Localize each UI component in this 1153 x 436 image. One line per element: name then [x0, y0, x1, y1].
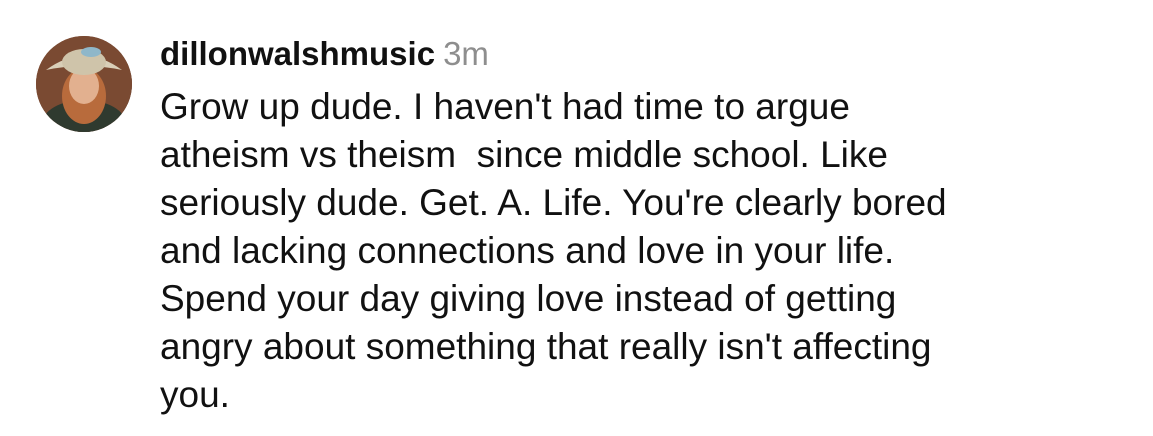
comment-timestamp: 3m	[443, 35, 489, 72]
comment-header: dillonwalshmusic 3m	[160, 34, 1130, 74]
comment-content: dillonwalshmusic 3m Grow up dude. I haven…	[160, 34, 1130, 419]
comment-text-line: and lacking connections and love in your…	[160, 230, 895, 271]
user-avatar-photo-icon	[36, 36, 132, 132]
comment-text-line: Grow up dude. I haven't had time to argu…	[160, 86, 850, 127]
comment-text-line: Spend your day giving love instead of ge…	[160, 278, 897, 319]
comment-text: Grow up dude. I haven't had time to argu…	[160, 83, 1130, 419]
comment-item: dillonwalshmusic 3m Grow up dude. I haven…	[0, 0, 1153, 436]
avatar[interactable]	[36, 36, 132, 132]
comment-text-line: you.	[160, 374, 230, 415]
comment-text-line: seriously dude. Get. A. Life. You're cle…	[160, 182, 947, 223]
username-link[interactable]: dillonwalshmusic	[160, 35, 435, 72]
comment-text-line: atheism vs theism since middle school. L…	[160, 134, 888, 175]
comment-text-line: angry about something that really isn't …	[160, 326, 932, 367]
